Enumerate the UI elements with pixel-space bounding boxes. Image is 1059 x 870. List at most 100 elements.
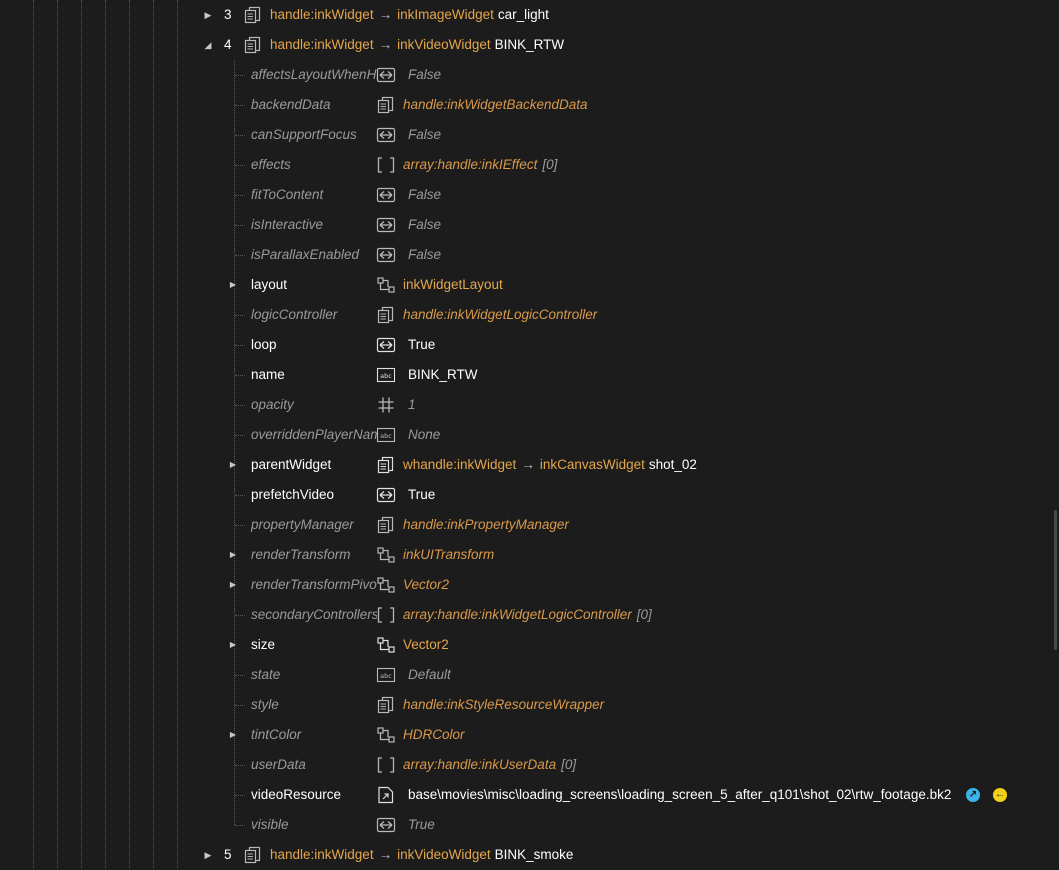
property-value[interactable]: None [408, 420, 440, 450]
property-name: state [251, 667, 281, 682]
property-value[interactable]: BINK_RTW [408, 360, 478, 390]
expand-arrow-icon[interactable]: ▶ [228, 450, 238, 480]
property-row[interactable]: canSupportFocus False [0, 120, 1059, 150]
svg-text:abc: abc [380, 372, 392, 380]
open-resource-button[interactable]: ↗ [966, 788, 980, 802]
array-icon [376, 606, 396, 624]
property-value[interactable]: base\movies\misc\loading_screens\loading… [408, 780, 951, 810]
struct-icon [376, 636, 396, 654]
struct-icon [376, 546, 396, 564]
node-type: handle:inkWidget → inkVideoWidget BINK_RTW [270, 37, 565, 52]
tree-node-5[interactable]: ▶ 5 handle:inkWidget → inkVideoWidget BINK_… [0, 840, 1059, 870]
property-value[interactable]: whandle:inkWidget → inkCanvasWidget shot_02 [403, 450, 697, 480]
property-row[interactable]: fitToContent False [0, 180, 1059, 210]
string-icon: abc [376, 426, 396, 444]
property-name: opacity [251, 397, 294, 412]
property-value[interactable]: handle:inkStyleResourceWrapper [403, 690, 604, 720]
property-value[interactable]: Vector2 [403, 630, 449, 660]
property-name: visible [251, 817, 289, 832]
property-value[interactable]: True [408, 480, 435, 510]
property-row[interactable]: opacity 1 [0, 390, 1059, 420]
property-row[interactable]: affectsLayoutWhenHidden False [0, 60, 1059, 90]
property-row[interactable]: propertyManager handle:inkPropertyManage… [0, 510, 1059, 540]
node-index: 5 [224, 847, 232, 862]
expand-arrow-icon[interactable]: ▶ [228, 570, 238, 600]
property-name: userData [251, 757, 306, 772]
property-row[interactable]: ▶ renderTransform inkUITransform [0, 540, 1059, 570]
property-row[interactable]: ▶ parentWidget whandle:inkWidget → inkCanv… [0, 450, 1059, 480]
struct-icon [376, 726, 396, 744]
property-value[interactable]: False [408, 210, 441, 240]
vertical-scrollbar[interactable] [1054, 510, 1057, 650]
property-row[interactable]: name abc BINK_RTW [0, 360, 1059, 390]
property-row[interactable]: state abc Default [0, 660, 1059, 690]
property-row[interactable]: ▶ layout inkWidgetLayout [0, 270, 1059, 300]
property-row[interactable]: overriddenPlayerName abc None [0, 420, 1059, 450]
property-name: style [251, 697, 279, 712]
property-row[interactable]: isInteractive False [0, 210, 1059, 240]
bool-icon [376, 126, 396, 144]
bool-icon [376, 216, 396, 234]
property-name: loop [251, 337, 277, 352]
expand-arrow-icon[interactable]: ▶ [228, 720, 238, 750]
property-value[interactable]: Default [408, 660, 451, 690]
property-row[interactable]: userData array:handle:inkUserData [0] [0, 750, 1059, 780]
property-row[interactable]: logicController handle:inkWidgetLogicCon… [0, 300, 1059, 330]
property-value[interactable]: handle:inkWidgetLogicController [403, 300, 597, 330]
handle-icon [376, 516, 396, 534]
back-arrow-button[interactable]: ← [993, 788, 1007, 802]
property-value[interactable]: array:handle:inkIEffect [0] [403, 150, 557, 180]
property-value[interactable]: True [408, 810, 435, 840]
property-row[interactable]: visible True [0, 810, 1059, 840]
property-value[interactable]: inkUITransform [403, 540, 494, 570]
property-row[interactable]: ▶ tintColor HDRColor [0, 720, 1059, 750]
struct-icon [376, 576, 396, 594]
property-value[interactable]: False [408, 240, 441, 270]
property-row[interactable]: backendData handle:inkWidgetBackendData [0, 90, 1059, 120]
property-name: logicController [251, 307, 338, 322]
node-type: handle:inkWidget → inkVideoWidget BINK_smok… [270, 847, 574, 862]
collapse-arrow-icon[interactable]: ◢ [202, 30, 214, 60]
node-index: 3 [224, 7, 232, 22]
property-row[interactable]: ▶ renderTransformPivot Vector2 [0, 570, 1059, 600]
node-index: 4 [224, 37, 232, 52]
bool-icon [376, 66, 396, 84]
property-value[interactable]: array:handle:inkUserData [0] [403, 750, 576, 780]
tree-node-4[interactable]: ◢ 4 handle:inkWidget → inkVideoWidget BINK_… [0, 30, 1059, 60]
array-icon [376, 156, 396, 174]
property-name: isParallaxEnabled [251, 247, 360, 262]
property-name: size [251, 637, 276, 652]
expand-arrow-icon[interactable]: ▶ [228, 270, 238, 300]
property-value[interactable]: inkWidgetLayout [403, 270, 503, 300]
property-name: canSupportFocus [251, 127, 357, 142]
property-row[interactable]: effects array:handle:inkIEffect [0] [0, 150, 1059, 180]
property-value[interactable]: 1 [408, 390, 416, 420]
bool-icon [376, 186, 396, 204]
property-value[interactable]: Vector2 [403, 570, 449, 600]
property-value[interactable]: handle:inkPropertyManager [403, 510, 569, 540]
property-value[interactable]: HDRColor [403, 720, 465, 750]
property-name: fitToContent [251, 187, 324, 202]
property-value[interactable]: handle:inkWidgetBackendData [403, 90, 588, 120]
property-name: effects [251, 157, 291, 172]
property-row[interactable]: videoResource base\movies\misc\loading_s… [0, 780, 1059, 810]
tree-node-3[interactable]: ▶ 3 handle:inkWidget → inkImageWidget car_l… [0, 0, 1059, 30]
property-value[interactable]: array:handle:inkWidgetLogicController [0] [403, 600, 652, 630]
property-row[interactable]: isParallaxEnabled False [0, 240, 1059, 270]
property-name: renderTransform [251, 547, 351, 562]
property-value[interactable]: True [408, 330, 435, 360]
expand-arrow-icon[interactable]: ▶ [228, 540, 238, 570]
property-row[interactable]: style handle:inkStyleResourceWrapper [0, 690, 1059, 720]
svg-text:abc: abc [380, 432, 392, 440]
expand-arrow-icon[interactable]: ▶ [228, 630, 238, 660]
property-row[interactable]: prefetchVideo True [0, 480, 1059, 510]
expand-arrow-icon[interactable]: ▶ [202, 840, 214, 870]
property-row[interactable]: ▶ size Vector2 [0, 630, 1059, 660]
expand-arrow-icon[interactable]: ▶ [202, 0, 214, 30]
property-name: videoResource [251, 787, 342, 802]
property-row[interactable]: loop True [0, 330, 1059, 360]
property-row[interactable]: secondaryControllers array:handle:inkWid… [0, 600, 1059, 630]
property-value[interactable]: False [408, 120, 441, 150]
property-value[interactable]: False [408, 60, 441, 90]
property-value[interactable]: False [408, 180, 441, 210]
